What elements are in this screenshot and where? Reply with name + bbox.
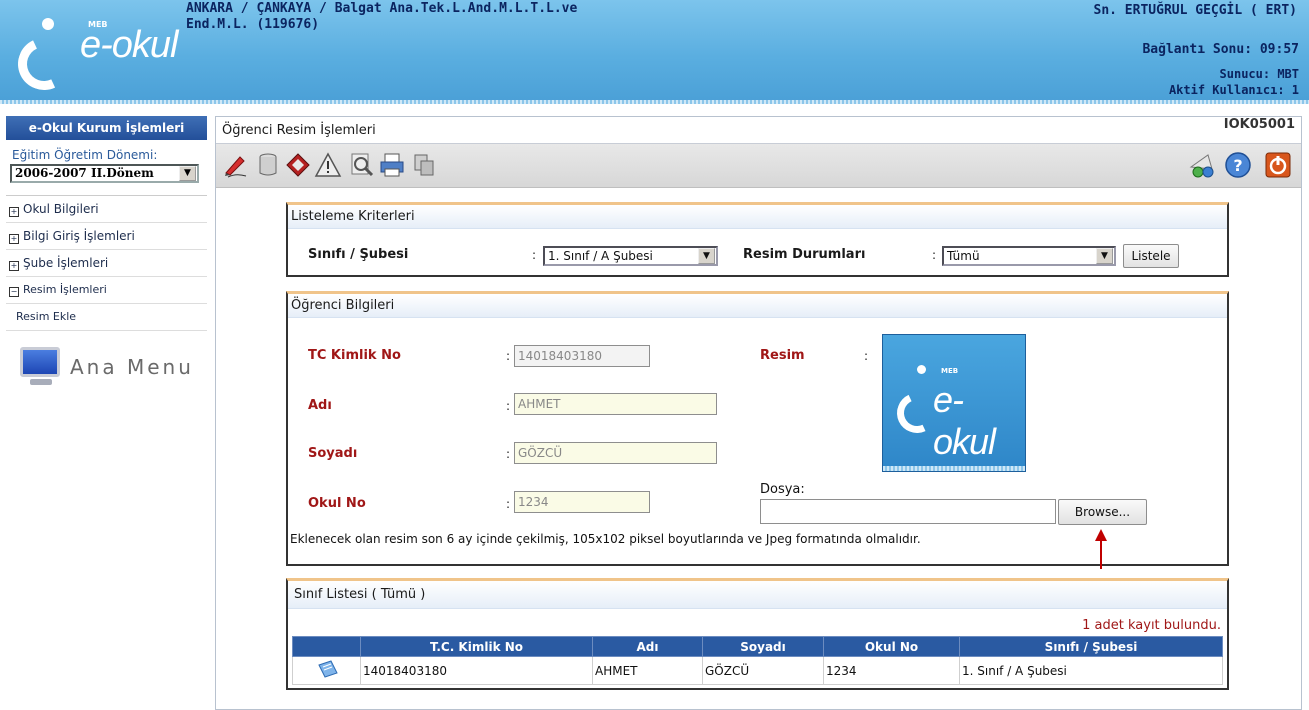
col-name[interactable]: Adı <box>592 636 703 657</box>
sidebar-item-sube-islemleri[interactable]: + Şube İşlemleri <box>6 250 207 277</box>
monitor-icon <box>20 347 60 377</box>
tc-field[interactable]: 14018403180 <box>514 345 650 367</box>
chevron-down-icon[interactable]: ▼ <box>179 166 196 181</box>
help-icon[interactable]: ? <box>1224 151 1252 179</box>
status-label: Resim Durumları <box>743 247 866 262</box>
class-label: Sınıfı / Şubesi <box>308 247 409 262</box>
surname-field[interactable]: GÖZCÜ <box>514 442 717 464</box>
sidebar-item-bilgi-giris[interactable]: + Bilgi Giriş İşlemleri <box>6 223 207 250</box>
student-panel: Öğrenci Bilgileri TC Kimlik No : 1401840… <box>286 291 1229 569</box>
sidebar-title: e-Okul Kurum İşlemleri <box>6 116 207 140</box>
connection-end-time: Bağlantı Sonu: 09:57 <box>1142 42 1299 57</box>
tc-label: TC Kimlik No <box>308 348 401 363</box>
row-class: 1. Sınıf / A Şubesi <box>959 656 1223 685</box>
name-label: Adı <box>308 398 332 413</box>
sidebar-item-resim-ekle[interactable]: Resim Ekle <box>6 304 207 331</box>
expand-icon[interactable]: + <box>9 234 19 244</box>
page-header: Öğrenci Resim İşlemleri IOK05001 <box>216 117 1301 144</box>
main-menu-link[interactable]: Ana Menu <box>6 345 207 389</box>
schoolno-label: Okul No <box>308 496 366 511</box>
search-icon[interactable] <box>348 151 376 179</box>
student-photo: MEB e-okul <box>882 334 1026 472</box>
criteria-panel: Listeleme Kriterleri Sınıfı / Şubesi : 1… <box>286 202 1229 277</box>
file-label: Dosya: <box>760 482 805 497</box>
edit-note-icon[interactable] <box>317 659 339 679</box>
collapse-icon[interactable]: − <box>9 287 19 297</box>
svg-text:?: ? <box>1233 156 1242 175</box>
expand-icon[interactable]: + <box>9 261 19 271</box>
class-list-title: Sınıf Listesi ( Tümü ) <box>288 581 1227 609</box>
school-name: ANKARA / ÇANKAYA / Balgat Ana.Tek.L.And.… <box>186 1 578 32</box>
name-field[interactable]: AHMET <box>514 393 717 415</box>
criteria-title: Listeleme Kriterleri <box>288 205 1227 229</box>
warning-icon[interactable] <box>314 151 342 179</box>
file-field[interactable] <box>760 499 1056 524</box>
table-row[interactable]: 14018403180 AHMET GÖZCÜ 1234 1. Sınıf / … <box>292 656 1223 685</box>
sidebar-item-okul-bilgileri[interactable]: + Okul Bilgileri <box>6 196 207 223</box>
page-code: IOK05001 <box>1223 117 1295 132</box>
header-bar: MEB e-okul ANKARA / ÇANKAYA / Balgat Ana… <box>0 0 1309 104</box>
chevron-down-icon[interactable]: ▼ <box>698 248 715 264</box>
schoolno-field[interactable]: 1234 <box>514 491 650 513</box>
sidebar-menu: + Okul Bilgileri + Bilgi Giriş İşlemleri +… <box>6 195 207 331</box>
col-surname[interactable]: Soyadı <box>702 636 824 657</box>
student-title: Öğrenci Bilgileri <box>288 294 1227 318</box>
eokul-logo: MEB e-okul <box>10 10 192 98</box>
user-name: Sn. ERTUĞRUL GEÇGİL ( ERT) <box>1093 3 1298 18</box>
row-edit-cell[interactable] <box>292 656 361 685</box>
col-schoolno[interactable]: Okul No <box>823 636 960 657</box>
server-info: Sunucu: MBT Aktif Kullanıcı: 1 <box>1168 67 1299 97</box>
table-header-row: T.C. Kimlik No Adı Soyadı Okul No Sınıfı… <box>292 636 1223 657</box>
period-label: Eğitim Öğretim Dönemi: <box>12 148 158 162</box>
main-content: Öğrenci Resim İşlemleri IOK05001 ? Liste… <box>215 116 1302 710</box>
surname-label: Soyadı <box>308 446 358 461</box>
col-class[interactable]: Sınıfı / Şubesi <box>959 636 1223 657</box>
power-icon[interactable] <box>1264 151 1292 179</box>
edit-icon[interactable] <box>222 151 250 179</box>
arrow-up-icon <box>1095 529 1107 569</box>
row-name: AHMET <box>592 656 703 685</box>
col-edit <box>292 636 361 657</box>
sidebar-item-resim-islemleri[interactable]: − Resim İşlemleri <box>6 277 207 304</box>
mail-icon[interactable] <box>1188 151 1216 179</box>
export-icon[interactable] <box>410 151 438 179</box>
status-select[interactable]: Tümü ▼ <box>942 246 1116 266</box>
photo-requirements-note: Eklenecek olan resim son 6 ay içinde çek… <box>290 532 921 546</box>
photo-label: Resim <box>760 348 805 363</box>
period-select[interactable]: 2006-2007 II.Dönem ▼ <box>10 164 199 183</box>
chevron-down-icon[interactable]: ▼ <box>1096 248 1113 264</box>
row-schoolno: 1234 <box>823 656 960 685</box>
diamond-icon[interactable] <box>284 151 312 179</box>
toolbar: ? <box>216 144 1301 188</box>
class-select[interactable]: 1. Sınıf / A Şubesi ▼ <box>543 246 718 266</box>
print-icon[interactable] <box>378 151 406 179</box>
col-tc[interactable]: T.C. Kimlik No <box>360 636 593 657</box>
browse-button[interactable]: Browse... <box>1058 499 1147 525</box>
sidebar: e-Okul Kurum İşlemleri Eğitim Öğretim Dö… <box>6 116 207 389</box>
page-title: Öğrenci Resim İşlemleri <box>222 123 376 138</box>
expand-icon[interactable]: + <box>9 207 19 217</box>
row-surname: GÖZCÜ <box>702 656 824 685</box>
row-tc: 14018403180 <box>360 656 593 685</box>
class-list-table: T.C. Kimlik No Adı Soyadı Okul No Sınıfı… <box>292 636 1223 685</box>
class-list-panel: Sınıf Listesi ( Tümü ) 1 adet kayıt bulu… <box>286 578 1229 690</box>
database-icon[interactable] <box>254 151 282 179</box>
list-button[interactable]: Listele <box>1123 244 1179 268</box>
record-count: 1 adet kayıt bulundu. <box>1082 618 1221 633</box>
